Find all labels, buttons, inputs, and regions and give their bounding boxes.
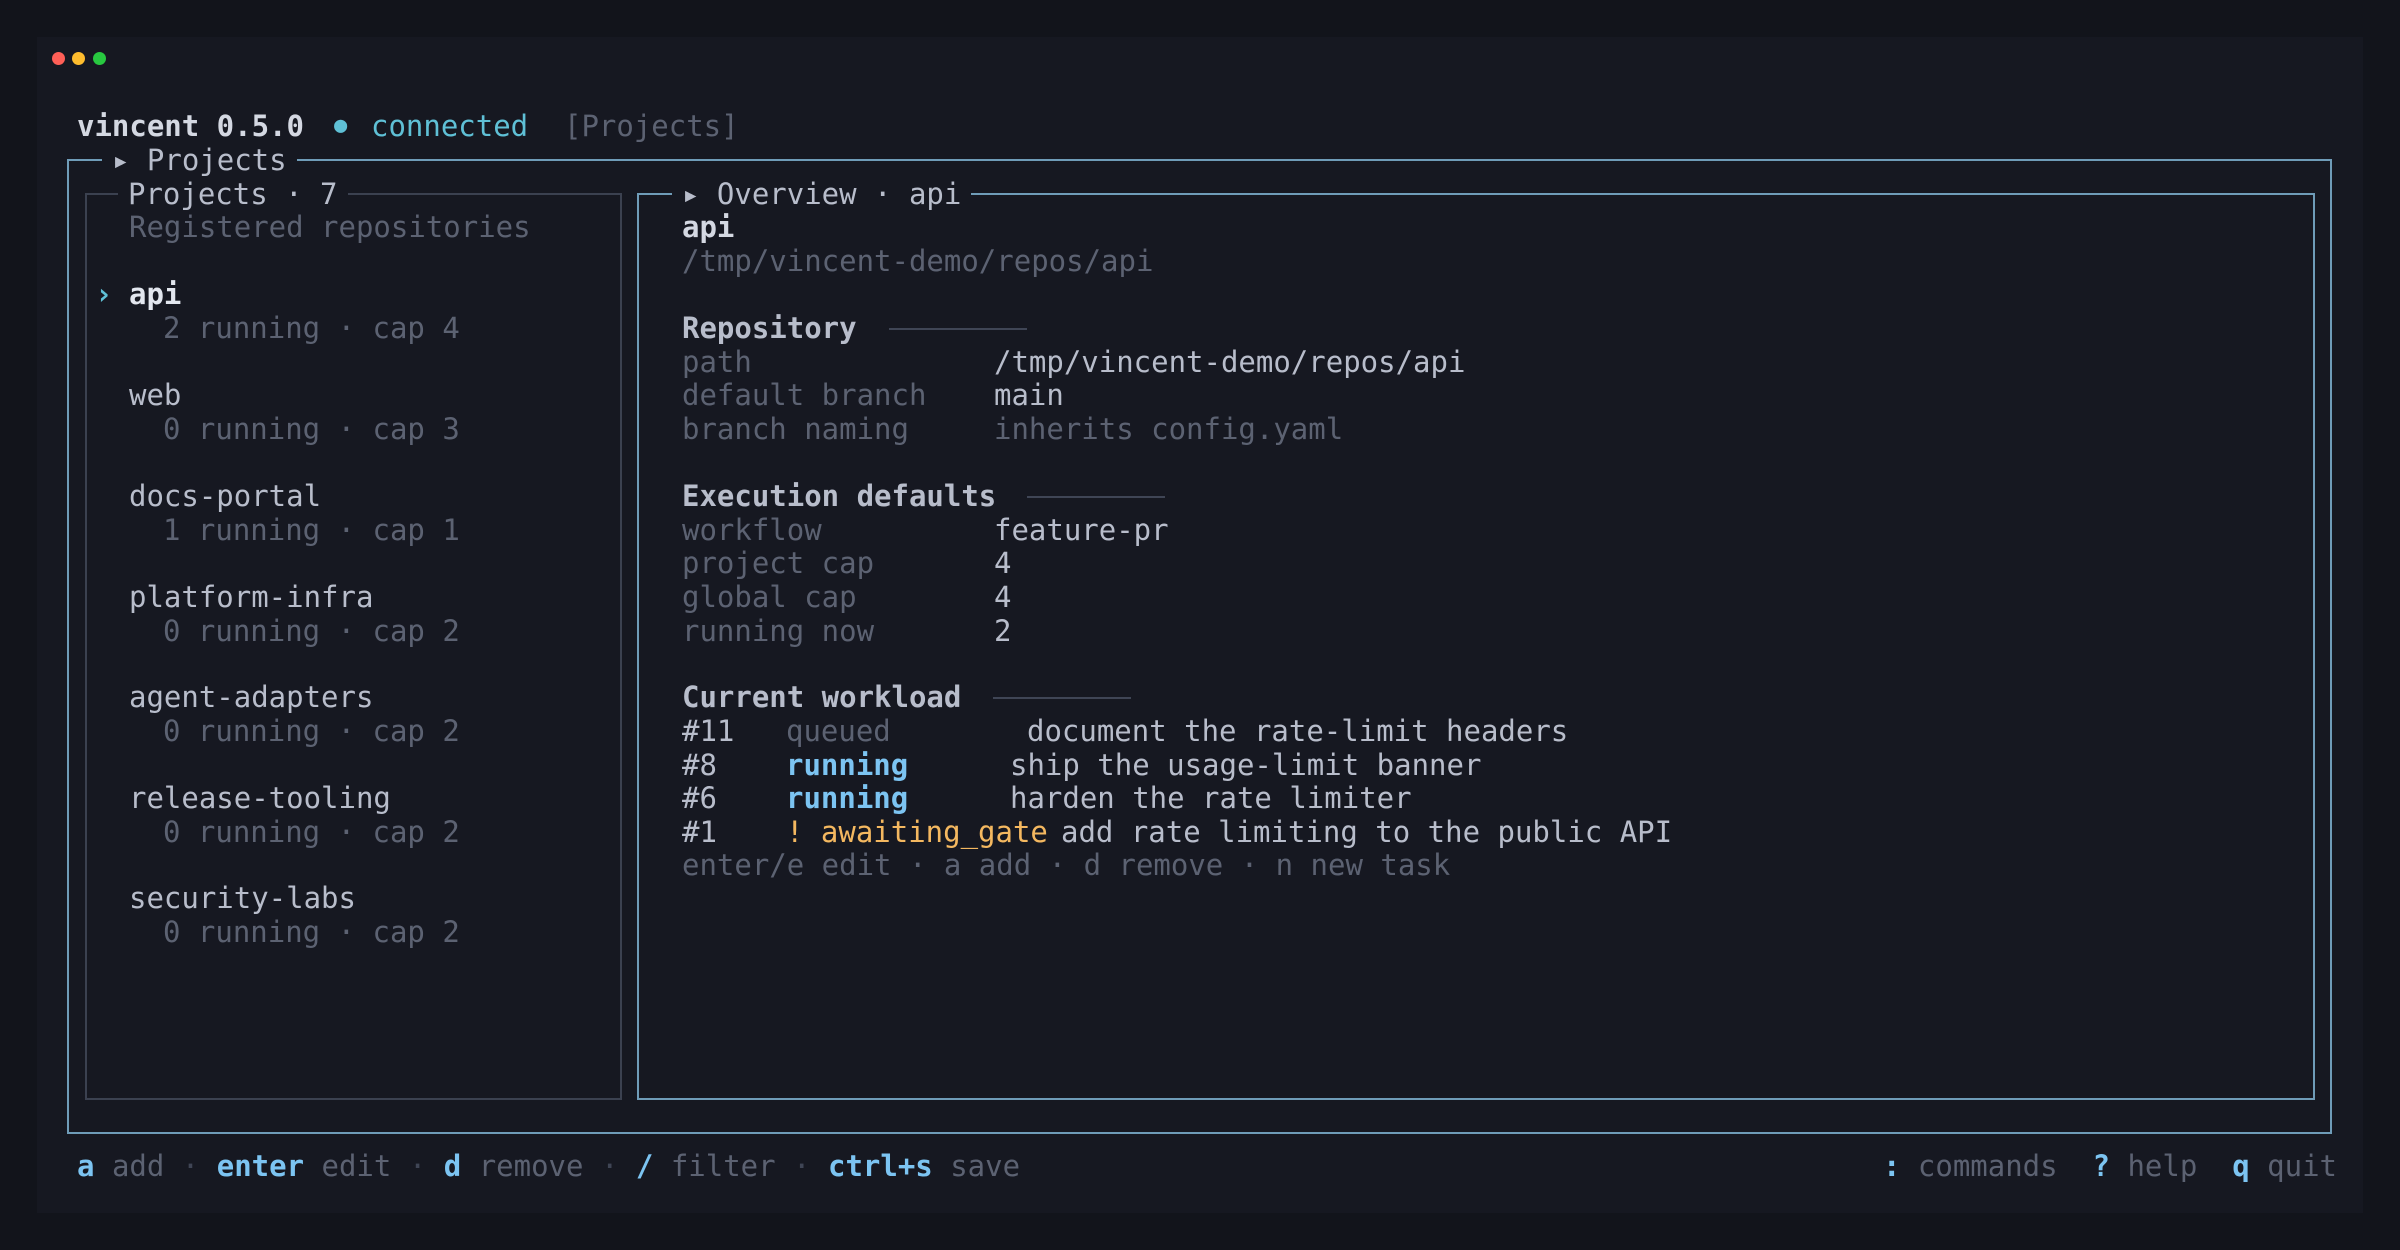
overview-title: ▸ Overview · api (672, 177, 972, 211)
task-title: ship the usage-limit banner (1010, 748, 1482, 782)
keybind-add[interactable]: a add (77, 1149, 164, 1183)
project-meta: 0 running · cap 2 (163, 815, 460, 849)
repo-value-default-branch: main (994, 378, 1064, 412)
project-path: /tmp/vincent-demo/repos/api (682, 244, 1154, 278)
project-meta: 0 running · cap 2 (163, 614, 460, 648)
projects-list-title: Projects · 7 (118, 177, 348, 211)
section-divider (1027, 496, 1165, 498)
task-status-running: running (786, 748, 909, 782)
project-name: api (129, 277, 182, 311)
section-divider (889, 328, 1027, 330)
task-title: document the rate-limit headers (1027, 714, 1569, 748)
projects-list-subtitle: Registered repositories (129, 210, 531, 244)
workload-hint: enter/e edit · a add · d remove · n new … (682, 848, 1451, 882)
project-name: docs-portal (129, 479, 322, 513)
repo-label-path: path (682, 345, 752, 379)
project-meta: 2 running · cap 4 (163, 311, 460, 345)
exec-value-workflow: feature-pr (994, 513, 1169, 547)
exec-label-workflow: workflow (682, 513, 822, 547)
selected-marker-icon: › (95, 277, 113, 311)
project-meta: 0 running · cap 2 (163, 714, 460, 748)
task-id: #11 (682, 714, 735, 748)
project-meta: 1 running · cap 1 (163, 513, 460, 547)
task-title: harden the rate limiter (1010, 781, 1412, 815)
exec-label-running-now: running now (682, 614, 875, 648)
keybind-edit[interactable]: enter edit (217, 1149, 392, 1183)
keybind-save[interactable]: ctrl+s save (828, 1149, 1020, 1183)
keybind-filter[interactable]: / filter (636, 1149, 776, 1183)
task-status-awaiting-gate: ! awaiting_gate (786, 815, 1048, 849)
section-divider (993, 697, 1131, 699)
exec-value-project-cap: 4 (994, 546, 1012, 580)
task-title: add rate limiting to the public API (1061, 815, 1673, 849)
repo-value-path: /tmp/vincent-demo/repos/api (994, 345, 1466, 379)
project-name: security-labs (129, 881, 356, 915)
exec-value-global-cap: 4 (994, 580, 1012, 614)
project-name: platform-infra (129, 580, 374, 614)
close-window-button[interactable] (52, 52, 65, 65)
repo-value-branch-naming: inherits config.yaml (994, 412, 1344, 446)
project-meta: 0 running · cap 2 (163, 915, 460, 949)
task-id: #6 (682, 781, 717, 815)
exec-label-global-cap: global cap (682, 580, 857, 614)
task-id: #1 (682, 815, 717, 849)
status-dot-icon: ● (334, 113, 348, 138)
zoom-window-button[interactable] (93, 52, 106, 65)
task-status-running: running (786, 781, 909, 815)
keybind-help[interactable]: ? help (2093, 1149, 2198, 1183)
project-name: agent-adapters (129, 680, 374, 714)
footer-keybindings: a add · enter edit · d remove · / filter… (77, 1149, 1021, 1183)
exec-label-project-cap: project cap (682, 546, 875, 580)
project-meta: 0 running · cap 3 (163, 412, 460, 446)
task-status-queued: queued (786, 714, 891, 748)
connection-status: connected (371, 109, 529, 143)
project-name: web (129, 378, 182, 412)
keybind-remove[interactable]: d remove (444, 1149, 584, 1183)
project-name-heading: api (682, 210, 735, 244)
execution-defaults-heading: Execution defaults (682, 479, 997, 513)
task-id: #8 (682, 748, 717, 782)
exec-value-running-now: 2 (994, 614, 1012, 648)
keybind-commands[interactable]: : commands (1883, 1149, 2058, 1183)
keybind-quit[interactable]: q quit (2232, 1149, 2337, 1183)
view-tag: [Projects] (564, 109, 739, 143)
current-workload-heading: Current workload (682, 680, 962, 714)
app-title: vincent 0.5.0 (77, 109, 304, 143)
footer-global-keybindings: : commands ? help q quit (1883, 1149, 2337, 1183)
projects-frame-title: ▸ Projects (102, 143, 297, 177)
repo-label-branch-naming: branch naming (682, 412, 909, 446)
project-name: release-tooling (129, 781, 391, 815)
minimize-window-button[interactable] (72, 52, 85, 65)
repository-heading: Repository (682, 311, 857, 345)
repo-label-default-branch: default branch (682, 378, 927, 412)
